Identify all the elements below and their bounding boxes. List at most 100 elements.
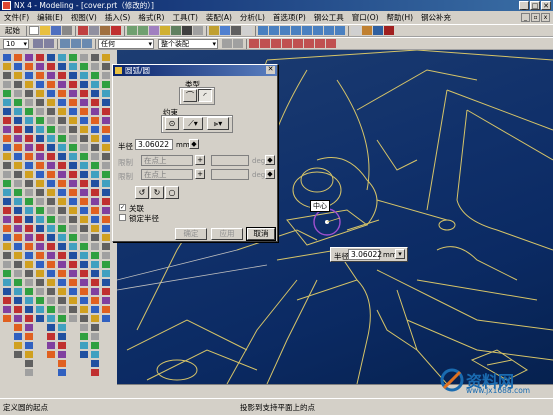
tool-icon[interactable] (36, 153, 44, 160)
tool-icon[interactable] (102, 171, 110, 178)
tool-icon[interactable] (14, 342, 22, 349)
tool-icon[interactable] (36, 99, 44, 106)
tool-icon[interactable] (36, 144, 44, 151)
tool-icon[interactable] (80, 315, 88, 322)
tool-icon[interactable] (36, 171, 44, 178)
tool-icon[interactable] (25, 54, 33, 61)
tool-icon[interactable] (3, 63, 11, 70)
tool-icon[interactable] (91, 126, 99, 133)
tool-icon[interactable] (36, 72, 44, 79)
tool-icon[interactable] (14, 99, 22, 106)
tool-icon[interactable] (47, 252, 55, 259)
tool-icon[interactable] (69, 135, 77, 142)
cut-icon[interactable] (78, 26, 88, 35)
tool-icon[interactable] (47, 153, 55, 160)
arc-center-ends-icon[interactable]: ◜ (198, 89, 212, 102)
tool-icon[interactable] (91, 324, 99, 331)
tool-icon[interactable] (3, 135, 11, 142)
tool-icon[interactable] (58, 198, 66, 205)
tool-icon[interactable] (47, 288, 55, 295)
tool-icon[interactable] (36, 297, 44, 304)
tool-icon[interactable] (3, 216, 11, 223)
wireframe-icon[interactable] (231, 26, 241, 35)
tool-icon[interactable] (36, 54, 44, 61)
tool-icon[interactable] (14, 261, 22, 268)
save-icon[interactable] (51, 26, 61, 35)
tool-icon[interactable] (80, 153, 88, 160)
tool-icon[interactable] (47, 198, 55, 205)
tool-icon[interactable] (3, 306, 11, 313)
tool-icon[interactable] (36, 306, 44, 313)
tool-icon[interactable] (3, 117, 11, 124)
tool-icon[interactable] (36, 261, 44, 268)
view-iso-icon[interactable] (291, 26, 301, 35)
limit1-select[interactable]: 在点上 (141, 155, 193, 166)
tool-icon[interactable] (58, 54, 66, 61)
tool-icon[interactable] (36, 207, 44, 214)
tool-icon[interactable] (69, 81, 77, 88)
tool-icon[interactable] (25, 369, 33, 376)
tool-icon[interactable] (91, 252, 99, 259)
tool-icon[interactable] (91, 108, 99, 115)
tool-icon[interactable] (25, 81, 33, 88)
tool-icon[interactable] (47, 351, 55, 358)
view-bottom-icon[interactable] (324, 26, 334, 35)
tool-icon[interactable] (36, 315, 44, 322)
snap-icon[interactable] (33, 39, 43, 48)
tool-icon[interactable] (25, 207, 33, 214)
tool-icon[interactable] (36, 216, 44, 223)
tool-icon[interactable] (102, 198, 110, 205)
tool-icon[interactable] (69, 279, 77, 286)
tool-icon[interactable] (58, 225, 66, 232)
tool-icon[interactable] (36, 279, 44, 286)
tool-icon[interactable] (80, 144, 88, 151)
tool-icon[interactable] (80, 243, 88, 250)
tool-icon[interactable] (47, 135, 55, 142)
tool-icon[interactable] (58, 315, 66, 322)
tool-icon[interactable] (58, 72, 66, 79)
rotate-icon[interactable] (182, 26, 192, 35)
tool-icon[interactable] (80, 135, 88, 142)
tool-icon[interactable] (14, 90, 22, 97)
tool-icon[interactable] (36, 135, 44, 142)
tool-icon[interactable] (25, 162, 33, 169)
tool-icon[interactable] (91, 225, 99, 232)
tool-icon[interactable] (14, 279, 22, 286)
tool-icon[interactable] (14, 153, 22, 160)
tool-icon[interactable] (58, 297, 66, 304)
tool-icon[interactable] (47, 63, 55, 70)
tool-icon[interactable] (102, 135, 110, 142)
tool-icon[interactable] (80, 252, 88, 259)
filter-settings-icon[interactable] (222, 39, 232, 48)
tool-icon[interactable] (47, 207, 55, 214)
tool-icon[interactable] (3, 297, 11, 304)
tool-icon[interactable] (80, 297, 88, 304)
tool-icon[interactable] (58, 360, 66, 367)
tool-icon[interactable] (3, 108, 11, 115)
tool-icon[interactable] (3, 252, 11, 259)
tool-icon[interactable] (102, 234, 110, 241)
tool-icon[interactable] (25, 306, 33, 313)
menu-insert[interactable]: 插入(S) (105, 12, 131, 23)
limit2-select[interactable]: 在点上 (141, 169, 193, 180)
point-constraint-icon[interactable]: ⊙ (165, 117, 179, 130)
fit-view-icon[interactable] (160, 26, 170, 35)
tool-icon[interactable] (14, 54, 22, 61)
tool-icon[interactable] (25, 153, 33, 160)
tool-icon[interactable] (91, 180, 99, 187)
tool-icon[interactable] (58, 108, 66, 115)
tool-icon[interactable] (58, 351, 66, 358)
tool-icon[interactable] (25, 288, 33, 295)
tool-icon[interactable] (80, 90, 88, 97)
tool-icon[interactable] (3, 72, 11, 79)
tool-icon[interactable] (91, 288, 99, 295)
tool-icon[interactable] (25, 63, 33, 70)
tool-icon[interactable] (58, 144, 66, 151)
tool-icon[interactable] (80, 198, 88, 205)
tool-icon[interactable] (91, 153, 99, 160)
tool-icon[interactable] (3, 99, 11, 106)
tool-icon[interactable] (91, 162, 99, 169)
curve-constraint-icon[interactable]: ⟋▾ (183, 117, 203, 130)
menu-assembly[interactable]: 装配(A) (206, 12, 232, 23)
help-icon[interactable] (384, 26, 394, 35)
